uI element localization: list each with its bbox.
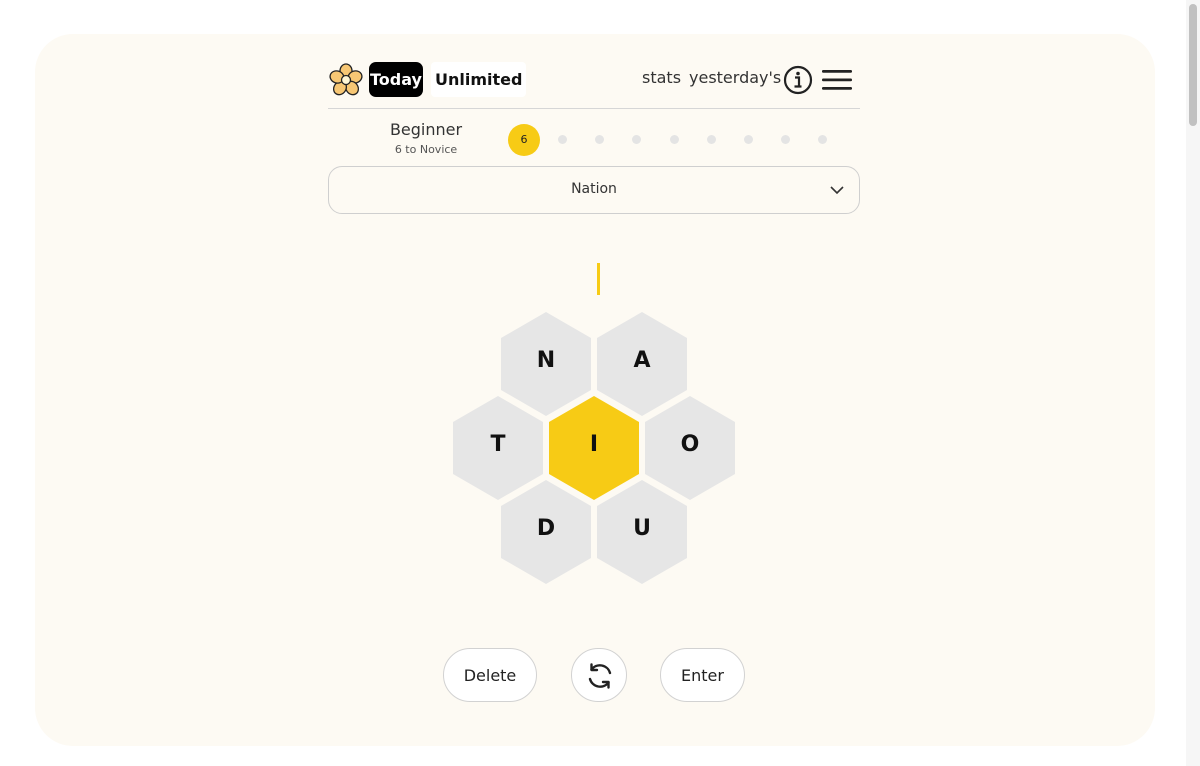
- progress-dot: [818, 135, 827, 144]
- hex-letter: N: [536, 348, 556, 373]
- hex-letter: I: [589, 432, 599, 457]
- refresh-icon: [588, 663, 612, 689]
- tab-today[interactable]: Today: [369, 62, 423, 97]
- stats-link[interactable]: stats: [642, 68, 681, 87]
- rank-title: Beginner: [389, 120, 463, 139]
- hex-letter: O: [680, 432, 700, 457]
- hamburger-menu-icon[interactable]: [821, 67, 853, 93]
- hex-letter: T: [490, 432, 506, 457]
- delete-button[interactable]: Delete: [443, 648, 537, 702]
- top-nav: Today Unlimited stats yesterday's: [328, 58, 860, 109]
- hex-letter: A: [633, 348, 651, 373]
- rank-progress-bar: 6: [508, 124, 838, 156]
- progress-dot: [781, 135, 790, 144]
- progress-dot: [707, 135, 716, 144]
- score-badge: 6: [508, 124, 540, 156]
- tab-unlimited[interactable]: Unlimited: [431, 62, 527, 97]
- puzzle-dropdown[interactable]: Nation: [328, 166, 860, 214]
- dropdown-selected-value: Nation: [571, 181, 617, 197]
- scrollbar-thumb[interactable]: [1189, 4, 1197, 126]
- page-scrollbar[interactable]: [1186, 0, 1200, 766]
- flower-logo-icon[interactable]: [328, 62, 364, 98]
- word-input-cursor: [597, 263, 600, 295]
- rank-subtitle: 6 to Novice: [394, 143, 458, 156]
- enter-button[interactable]: Enter: [660, 648, 745, 702]
- yesterdays-link[interactable]: yesterday's: [689, 68, 781, 87]
- progress-dot: [558, 135, 567, 144]
- progress-dot: [670, 135, 679, 144]
- progress-dot: [595, 135, 604, 144]
- hex-letter: D: [536, 516, 556, 541]
- info-icon[interactable]: [783, 65, 813, 95]
- shuffle-button[interactable]: [571, 648, 627, 702]
- progress-dot: [632, 135, 641, 144]
- chevron-down-icon: [830, 186, 844, 195]
- progress-dot: [744, 135, 753, 144]
- hex-letter: U: [633, 516, 651, 541]
